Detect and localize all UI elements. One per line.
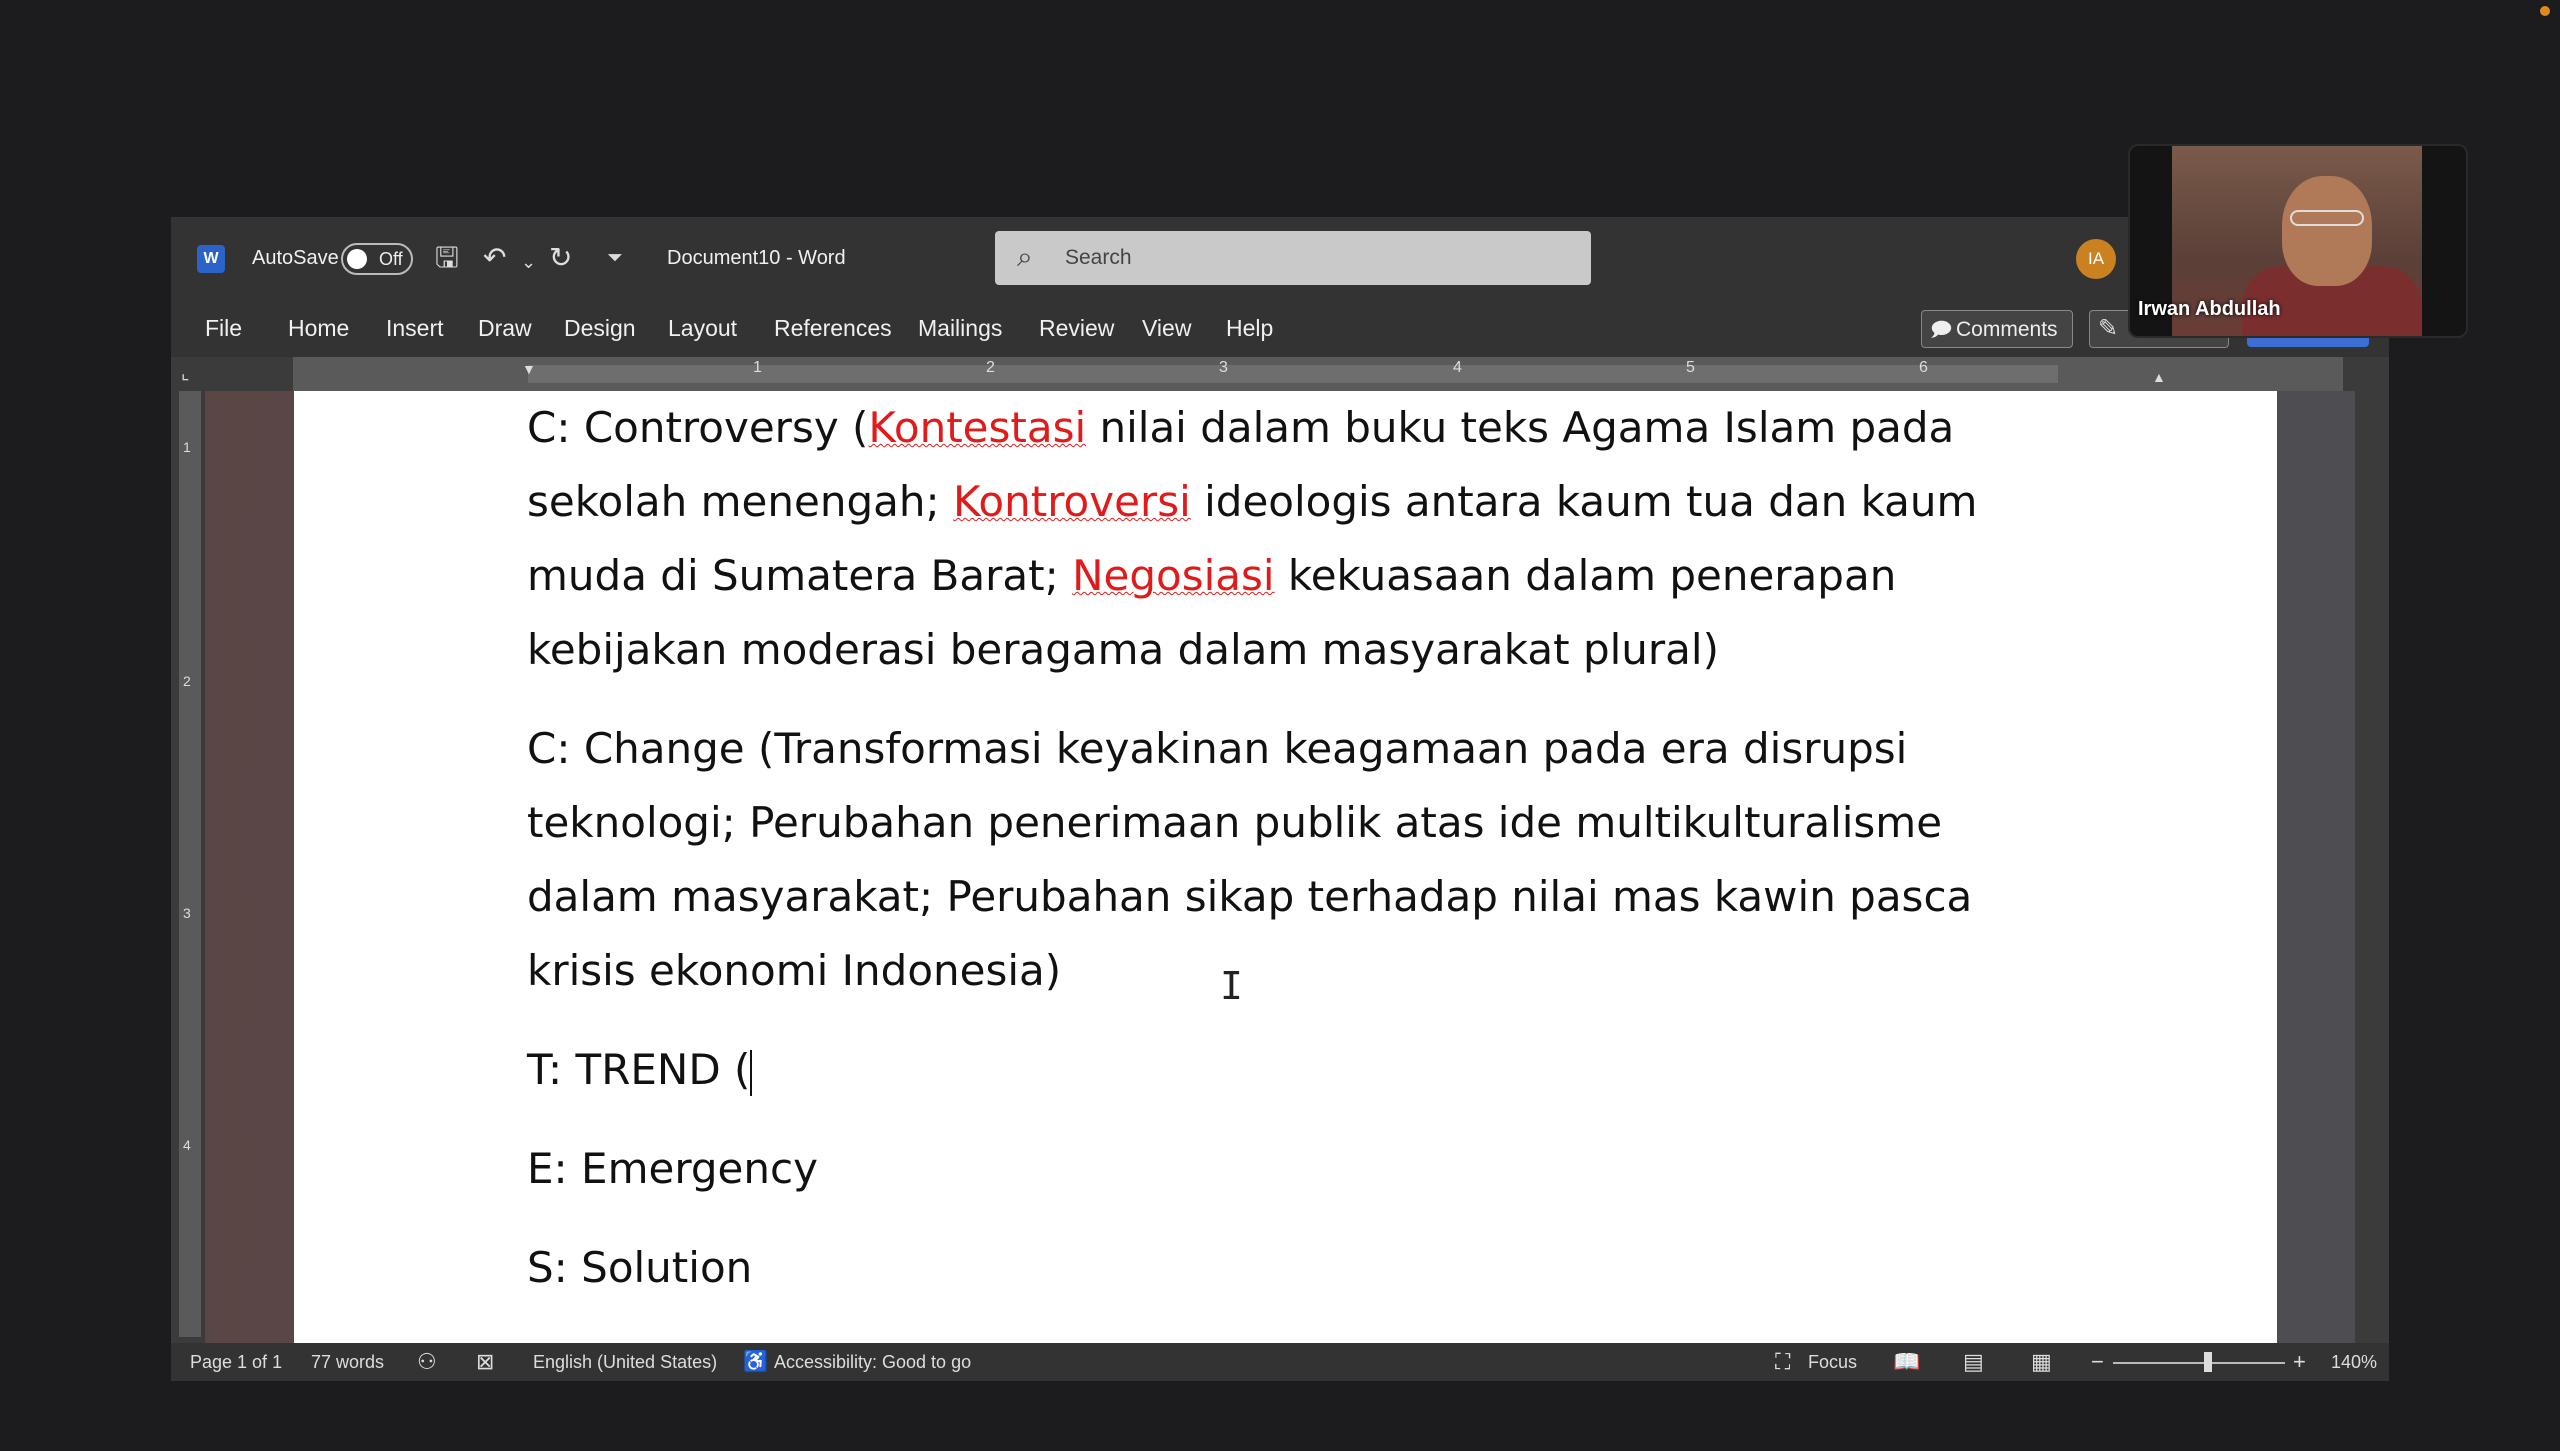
- highlight-kontestasi: Kontestasi: [868, 403, 1087, 452]
- ruler-number: 1: [183, 439, 191, 455]
- paragraph-change[interactable]: C: Change (Transformasi keyakinan keagam…: [527, 712, 2067, 1008]
- document-body[interactable]: C: Controversy (Kontestasi nilai dalam b…: [527, 391, 2067, 1305]
- vertical-ruler[interactable]: 1 2 3 4: [179, 391, 201, 1337]
- focus-button[interactable]: Focus: [1808, 1343, 1857, 1381]
- paragraph-trend[interactable]: T: TREND (: [527, 1033, 2067, 1107]
- video-overlay[interactable]: Irwan Abdullah: [2128, 144, 2468, 338]
- read-mode-icon[interactable]: 📖: [1893, 1343, 1920, 1381]
- proofing-icon[interactable]: ⚇: [417, 1343, 437, 1381]
- autosave-label: AutoSave: [252, 247, 339, 269]
- highlight-negosiasi: Negosiasi: [1072, 551, 1275, 600]
- tab-review[interactable]: Review: [1039, 299, 1114, 357]
- customize-toolbar-icon[interactable]: ⏷: [607, 243, 623, 273]
- print-layout-icon[interactable]: ▤: [1963, 1343, 1984, 1381]
- document-title: Document10 - Word: [667, 247, 846, 269]
- ruler-number: 4: [1453, 359, 1462, 376]
- paragraph-emergency[interactable]: E: Emergency: [527, 1132, 2067, 1206]
- paragraph-solution[interactable]: S: Solution: [527, 1231, 2067, 1305]
- autosave-state: Off: [379, 249, 403, 269]
- tab-home[interactable]: Home: [288, 299, 349, 357]
- title-bar: W AutoSave Off 🖫 ↶ ⌄ ↻ ⏷ Document10 - Wo…: [171, 217, 2389, 299]
- notification-dot: [2540, 6, 2550, 16]
- ruler-number: 1: [753, 359, 762, 376]
- tab-design[interactable]: Design: [564, 299, 636, 357]
- word-window: W AutoSave Off 🖫 ↶ ⌄ ↻ ⏷ Document10 - Wo…: [171, 217, 2389, 1381]
- search-placeholder: Search: [1065, 246, 1132, 269]
- paragraph-controversy[interactable]: C: Controversy (Kontestasi nilai dalam b…: [527, 391, 2067, 687]
- document-canvas: C: Controversy (Kontestasi nilai dalam b…: [205, 391, 2355, 1343]
- zoom-level[interactable]: 140%: [2331, 1343, 2377, 1381]
- comments-button[interactable]: 🗩 Comments: [1921, 310, 2073, 348]
- comment-icon: 🗩: [1930, 319, 1953, 341]
- autosave-toggle[interactable]: Off: [341, 243, 413, 275]
- undo-dropdown-icon[interactable]: ⌄: [521, 247, 536, 277]
- search-box[interactable]: ⌕ Search: [995, 231, 1591, 285]
- right-indent-marker-icon[interactable]: ▲: [2152, 369, 2166, 385]
- tab-layout[interactable]: Layout: [668, 299, 737, 357]
- page-count[interactable]: Page 1 of 1: [190, 1343, 282, 1381]
- toggle-knob: [347, 249, 367, 269]
- document-page[interactable]: C: Controversy (Kontestasi nilai dalam b…: [294, 391, 2277, 1343]
- search-icon: ⌕: [1017, 241, 1033, 272]
- zoom-slider-thumb[interactable]: [2204, 1352, 2212, 1372]
- redo-icon[interactable]: ↻: [549, 243, 572, 273]
- accessibility-icon: ♿: [743, 1351, 768, 1373]
- tab-references[interactable]: References: [774, 299, 892, 357]
- participant-name: Irwan Abdullah: [2138, 298, 2281, 320]
- zoom-in-icon[interactable]: +: [2293, 1343, 2306, 1381]
- glasses-icon: [2290, 210, 2364, 226]
- ruler-number: 4: [183, 1137, 191, 1153]
- ruler-number: 3: [183, 905, 191, 921]
- word-count[interactable]: 77 words: [311, 1343, 384, 1381]
- horizontal-ruler[interactable]: 1 2 3 4 5 6 ▼ ▲: [293, 357, 2343, 392]
- accessibility-status[interactable]: Accessibility: Good to go: [774, 1343, 971, 1381]
- undo-icon[interactable]: ↶: [483, 243, 506, 273]
- tab-help[interactable]: Help: [1226, 299, 1273, 357]
- ruler-number: 3: [1219, 359, 1228, 376]
- track-changes-icon[interactable]: ⊠: [476, 1343, 494, 1381]
- person-face: [2282, 176, 2372, 286]
- text-cursor: [750, 1049, 753, 1096]
- ribbon-tabs: File Home Insert Draw Design Layout Refe…: [171, 299, 2389, 357]
- comments-label: Comments: [1956, 318, 2058, 341]
- ruler-number: 5: [1686, 359, 1695, 376]
- avatar[interactable]: IA: [2076, 239, 2116, 279]
- ibeam-cursor-icon: I: [1220, 964, 1243, 1008]
- word-logo-icon: W: [197, 245, 225, 273]
- zoom-out-icon[interactable]: −: [2091, 1343, 2104, 1381]
- save-icon[interactable]: 🖫: [435, 243, 459, 273]
- tab-insert[interactable]: Insert: [386, 299, 444, 357]
- zoom-slider[interactable]: [2113, 1362, 2285, 1364]
- ruler-number: 2: [986, 359, 995, 376]
- tab-selector-icon[interactable]: ⌞: [181, 363, 197, 383]
- tab-draw[interactable]: Draw: [478, 299, 532, 357]
- focus-icon: ⛶: [1775, 1349, 1791, 1374]
- tab-file[interactable]: File: [205, 299, 242, 357]
- tab-mailings[interactable]: Mailings: [918, 299, 1002, 357]
- pencil-icon: ✎: [2098, 315, 2119, 342]
- text-run: T: TREND (: [527, 1045, 751, 1094]
- web-layout-icon[interactable]: ▦: [2031, 1343, 2052, 1381]
- highlight-kontroversi: Kontroversi: [952, 477, 1191, 526]
- left-indent-marker-icon[interactable]: ▼: [522, 361, 536, 377]
- ruler-number: 2: [183, 673, 191, 689]
- status-bar: Page 1 of 1 77 words ⚇ ⊠ English (United…: [171, 1343, 2389, 1381]
- text-run: C: Controversy (: [527, 403, 869, 452]
- ruler-number: 6: [1919, 359, 1928, 376]
- tab-view[interactable]: View: [1142, 299, 1191, 357]
- language-status[interactable]: English (United States): [533, 1343, 717, 1381]
